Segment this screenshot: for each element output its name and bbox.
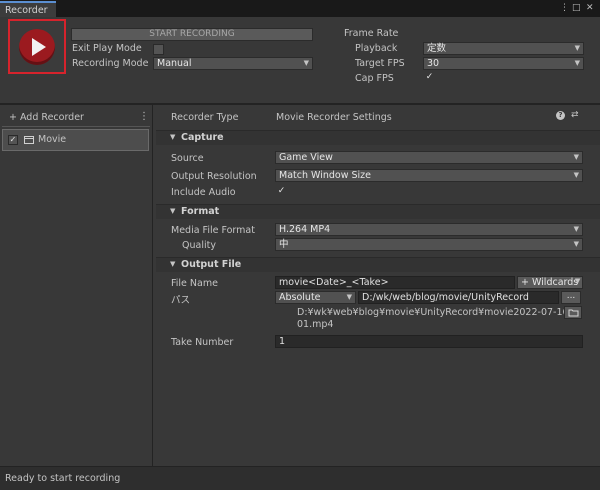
chevron-down-icon: ▼ xyxy=(574,59,580,67)
quality-dropdown[interactable]: 中 ▼ xyxy=(275,238,583,251)
path-label: パス xyxy=(171,295,191,306)
add-recorder-button[interactable]: + Add Recorder xyxy=(9,112,84,123)
chevron-down-icon: ▼ xyxy=(170,133,176,141)
target-fps-label: Target FPS xyxy=(355,58,405,69)
cap-fps-checkbox[interactable]: ✓ xyxy=(424,73,435,84)
exit-play-mode-label: Exit Play Mode xyxy=(72,43,142,54)
target-fps-value: 30 xyxy=(427,58,440,69)
recorder-type-value: Movie Recorder Settings xyxy=(276,112,392,123)
sidebar-menu-icon[interactable]: ⋮ xyxy=(139,111,149,122)
chevron-down-icon: ▼ xyxy=(170,260,176,268)
format-section-title: Format xyxy=(181,206,220,217)
file-name-label: File Name xyxy=(171,278,218,289)
help-icon[interactable]: ? xyxy=(556,111,565,120)
quality-value: 中 xyxy=(279,239,289,250)
media-file-format-value: H.264 MP4 xyxy=(279,224,331,235)
full-path-text-line2: 01.mp4 xyxy=(297,319,334,330)
wildcards-label: + Wildcards xyxy=(521,277,579,288)
chevron-down-icon: ▼ xyxy=(573,225,579,233)
take-number-field[interactable]: 1 xyxy=(275,335,583,348)
quality-label: Quality xyxy=(182,240,216,251)
recording-mode-value: Manual xyxy=(157,58,192,69)
tab-recorder-label: Recorder xyxy=(5,5,48,16)
recording-mode-label: Recording Mode xyxy=(72,58,149,69)
recorder-type-label: Recorder Type xyxy=(171,112,239,123)
kebab-icon[interactable]: ⋮ xyxy=(560,3,569,13)
file-name-field[interactable]: movie<Date>_<Take> xyxy=(275,276,515,289)
window-tab-bar: Recorder ⋮ □ ✕ xyxy=(0,0,600,17)
recorder-item-movie[interactable]: ✓ Movie xyxy=(2,129,149,151)
output-resolution-value: Match Window Size xyxy=(279,170,371,181)
full-path-text-line1: D:¥wk¥web¥blog¥movie¥UnityRecord¥movie20… xyxy=(297,307,580,318)
close-icon[interactable]: ✕ xyxy=(586,3,594,13)
chevron-down-icon: ▼ xyxy=(346,293,352,301)
playback-dropdown[interactable]: 定数 ▼ xyxy=(423,42,584,55)
playback-label: Playback xyxy=(355,43,398,54)
frame-rate-label: Frame Rate xyxy=(344,28,399,39)
format-section-header[interactable]: ▼ Format xyxy=(156,204,600,219)
output-file-section-header[interactable]: ▼ Output File xyxy=(156,257,600,272)
chevron-down-icon: ▼ xyxy=(574,44,580,52)
include-audio-label: Include Audio xyxy=(171,187,236,198)
wildcards-button[interactable]: + Wildcards xyxy=(517,276,583,289)
maximize-icon[interactable]: □ xyxy=(572,3,581,13)
recording-mode-dropdown[interactable]: Manual ▼ xyxy=(153,57,313,70)
chevron-down-icon: ▼ xyxy=(573,240,579,248)
source-label: Source xyxy=(171,153,204,164)
output-resolution-label: Output Resolution xyxy=(171,171,257,182)
recorder-list-panel xyxy=(0,105,153,466)
chevron-down-icon: ▼ xyxy=(573,171,579,179)
movie-recorder-icon xyxy=(24,136,34,144)
media-file-format-label: Media File Format xyxy=(171,225,255,236)
target-fps-dropdown[interactable]: 30 ▼ xyxy=(423,57,584,70)
recorder-item-label: Movie xyxy=(38,134,67,145)
capture-section-title: Capture xyxy=(181,132,224,143)
status-bar: Ready to start recording xyxy=(0,466,600,490)
preset-settings-icon[interactable]: ⇄ xyxy=(571,110,579,120)
start-recording-button[interactable]: START RECORDING xyxy=(71,28,313,41)
recorder-enabled-checkbox[interactable]: ✓ xyxy=(8,135,18,145)
status-text: Ready to start recording xyxy=(5,473,121,484)
folder-icon xyxy=(568,309,579,317)
cap-fps-label: Cap FPS xyxy=(355,73,394,84)
path-field[interactable]: D:/wk/web/blog/movie/UnityRecord xyxy=(358,291,559,304)
source-value: Game View xyxy=(279,152,333,163)
chevron-down-icon: ▼ xyxy=(170,207,176,215)
output-resolution-dropdown[interactable]: Match Window Size ▼ xyxy=(275,169,583,182)
tab-recorder[interactable]: Recorder xyxy=(0,1,56,17)
source-dropdown[interactable]: Game View ▼ xyxy=(275,151,583,164)
exit-play-mode-checkbox[interactable] xyxy=(153,44,164,55)
open-folder-button[interactable] xyxy=(564,306,582,319)
chevron-down-icon: ▼ xyxy=(303,59,309,67)
media-file-format-dropdown[interactable]: H.264 MP4 ▼ xyxy=(275,223,583,236)
output-file-section-title: Output File xyxy=(181,259,242,270)
chevron-down-icon: ▼ xyxy=(575,277,581,285)
browse-path-button[interactable]: ... xyxy=(561,291,581,304)
play-icon xyxy=(19,29,55,65)
playback-value: 定数 xyxy=(427,43,447,54)
chevron-down-icon: ▼ xyxy=(573,153,579,161)
include-audio-checkbox[interactable]: ✓ xyxy=(276,187,287,198)
path-type-dropdown[interactable]: Absolute ▼ xyxy=(275,291,356,304)
capture-section-header[interactable]: ▼ Capture xyxy=(156,130,600,145)
path-type-value: Absolute xyxy=(279,292,321,303)
play-button[interactable] xyxy=(8,19,66,74)
take-number-label: Take Number xyxy=(171,337,234,348)
sidebar-divider xyxy=(2,126,150,127)
